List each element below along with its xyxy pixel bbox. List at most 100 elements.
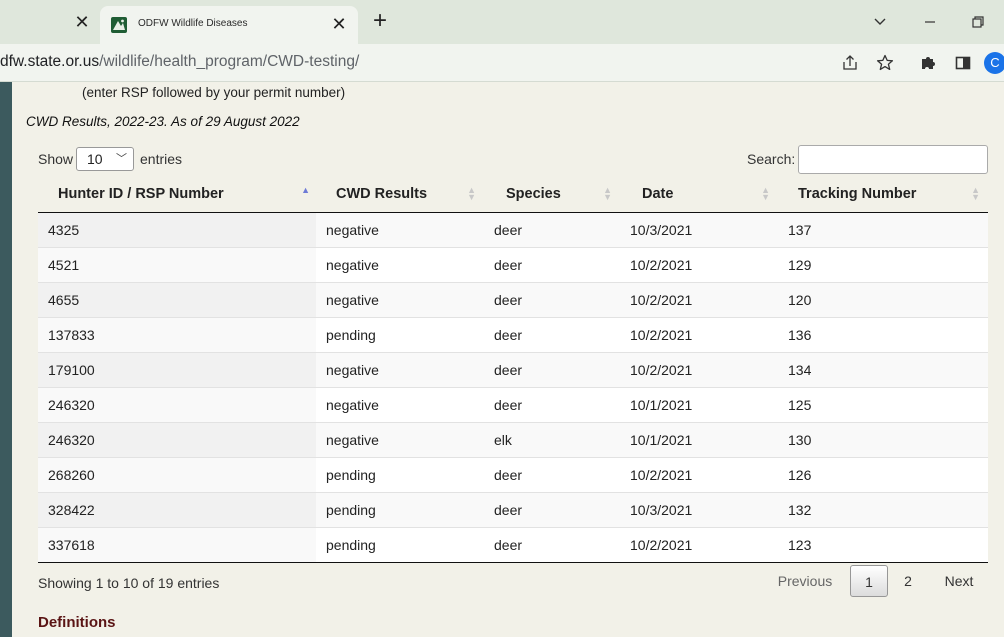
column-header-species[interactable]: Species ▲ ▼ xyxy=(484,176,620,213)
sort-icon: ▲ ▼ xyxy=(603,185,612,202)
cell-cwd-result: pending xyxy=(316,527,484,563)
cell-species: deer xyxy=(484,527,620,563)
cell-cwd-result: negative xyxy=(316,352,484,388)
column-header-cwd-results[interactable]: CWD Results ▲ ▼ xyxy=(316,176,484,213)
odfw-favicon-icon xyxy=(111,17,127,33)
window-restore-icon[interactable] xyxy=(968,12,988,32)
profile-avatar[interactable]: C xyxy=(984,52,1004,74)
address-path: /wildlife/health_program/CWD-testing/ xyxy=(99,53,360,70)
share-icon[interactable] xyxy=(840,53,860,73)
window-minimize-icon[interactable] xyxy=(920,12,940,32)
address-bar[interactable]: dfw.state.or.us/wildlife/health_program/… xyxy=(0,53,359,71)
tab-search-chevron-icon[interactable] xyxy=(870,12,890,32)
cell-cwd-result: negative xyxy=(316,247,484,283)
cell-tracking-number: 136 xyxy=(778,317,988,353)
cell-hunter-id: 328422 xyxy=(38,492,316,528)
table-info: Showing 1 to 10 of 19 entries xyxy=(38,575,220,591)
cell-species: deer xyxy=(484,212,620,248)
cell-hunter-id: 4325 xyxy=(38,212,316,248)
cell-tracking-number: 120 xyxy=(778,282,988,318)
table-row: 137833 pending deer 10/2/2021 136 xyxy=(38,317,988,353)
pagination-next[interactable]: Next xyxy=(934,565,984,597)
cell-date: 10/2/2021 xyxy=(620,352,778,388)
tab-close-icon[interactable]: ✕ xyxy=(328,13,350,35)
cell-date: 10/2/2021 xyxy=(620,247,778,283)
cell-tracking-number: 130 xyxy=(778,422,988,458)
sort-icon: ▲ ▼ xyxy=(761,185,770,202)
cell-species: deer xyxy=(484,247,620,283)
cell-date: 10/3/2021 xyxy=(620,492,778,528)
cell-cwd-result: negative xyxy=(316,422,484,458)
new-tab-plus-icon[interactable]: + xyxy=(368,9,392,34)
search-input[interactable] xyxy=(798,145,988,174)
results-caption: CWD Results, 2022-23. As of 29 August 20… xyxy=(26,114,300,129)
tab-strip: ✕ ODFW Wildlife Diseases ✕ + xyxy=(0,0,1004,44)
cell-tracking-number: 123 xyxy=(778,527,988,563)
cell-hunter-id: 337618 xyxy=(38,527,316,563)
cell-hunter-id: 137833 xyxy=(38,317,316,353)
pagination-page-2[interactable]: 2 xyxy=(894,565,922,597)
definitions-heading: Definitions xyxy=(38,614,116,631)
column-header-date[interactable]: Date ▲ ▼ xyxy=(620,176,778,213)
table-row: 4655 negative deer 10/2/2021 120 xyxy=(38,282,988,318)
table-row: 4521 negative deer 10/2/2021 129 xyxy=(38,247,988,283)
table-header-row: Hunter ID / RSP Number ▲ CWD Results ▲ ▼ … xyxy=(38,176,988,213)
cell-cwd-result: negative xyxy=(316,282,484,318)
side-panel-icon[interactable] xyxy=(953,53,973,73)
cell-tracking-number: 132 xyxy=(778,492,988,528)
entries-per-page-select[interactable]: 10 ﹀ xyxy=(76,147,134,171)
table-row: 246320 negative deer 10/1/2021 125 xyxy=(38,387,988,423)
sort-ascending-icon: ▲ xyxy=(301,185,310,195)
cell-hunter-id: 4655 xyxy=(38,282,316,318)
table-row: 246320 negative elk 10/1/2021 130 xyxy=(38,422,988,458)
table-row: 328422 pending deer 10/3/2021 132 xyxy=(38,492,988,528)
chevron-down-icon: ﹀ xyxy=(116,153,127,165)
results-table: Hunter ID / RSP Number ▲ CWD Results ▲ ▼ … xyxy=(38,176,988,563)
cell-cwd-result: pending xyxy=(316,317,484,353)
search-label: Search: xyxy=(747,151,796,167)
pagination-page-1[interactable]: 1 xyxy=(850,565,888,597)
cell-tracking-number: 137 xyxy=(778,212,988,248)
extensions-puzzle-icon[interactable] xyxy=(918,53,938,73)
entries-label: entries xyxy=(140,151,183,167)
cell-species: deer xyxy=(484,387,620,423)
cell-date: 10/2/2021 xyxy=(620,457,778,493)
cell-species: deer xyxy=(484,352,620,388)
sort-icon: ▲ ▼ xyxy=(467,185,476,202)
cell-hunter-id: 179100 xyxy=(38,352,316,388)
cell-hunter-id: 246320 xyxy=(38,387,316,423)
table-row: 4325 negative deer 10/3/2021 137 xyxy=(38,212,988,248)
cell-date: 10/3/2021 xyxy=(620,212,778,248)
cell-date: 10/2/2021 xyxy=(620,317,778,353)
tab-title: ODFW Wildlife Diseases xyxy=(138,18,248,29)
rsp-hint: (enter RSP followed by your permit numbe… xyxy=(82,85,346,100)
cell-cwd-result: pending xyxy=(316,492,484,528)
cell-tracking-number: 134 xyxy=(778,352,988,388)
cell-hunter-id: 246320 xyxy=(38,422,316,458)
table-row: 337618 pending deer 10/2/2021 123 xyxy=(38,527,988,563)
address-host: dfw.state.or.us xyxy=(0,53,100,70)
cell-date: 10/1/2021 xyxy=(620,422,778,458)
cell-cwd-result: negative xyxy=(316,387,484,423)
bookmark-star-icon[interactable] xyxy=(875,53,895,73)
entries-per-page-value: 10 xyxy=(87,151,103,167)
column-header-tracking-number[interactable]: Tracking Number ▲ ▼ xyxy=(778,176,988,213)
cell-date: 10/2/2021 xyxy=(620,282,778,318)
column-header-hunter-id[interactable]: Hunter ID / RSP Number ▲ xyxy=(38,176,316,213)
cell-hunter-id: 4521 xyxy=(38,247,316,283)
table-row: 179100 negative deer 10/2/2021 134 xyxy=(38,352,988,388)
cell-species: deer xyxy=(484,492,620,528)
previous-tab-close-icon[interactable]: ✕ xyxy=(72,12,92,32)
cell-cwd-result: negative xyxy=(316,212,484,248)
cell-tracking-number: 129 xyxy=(778,247,988,283)
cell-date: 10/1/2021 xyxy=(620,387,778,423)
cell-species: deer xyxy=(484,317,620,353)
pagination-previous[interactable]: Previous xyxy=(766,565,844,597)
browser-toolbar: dfw.state.or.us/wildlife/health_program/… xyxy=(0,44,1004,82)
cell-species: deer xyxy=(484,457,620,493)
tab-odfw-wildlife-diseases[interactable]: ODFW Wildlife Diseases ✕ xyxy=(100,6,358,44)
sort-icon: ▲ ▼ xyxy=(971,185,980,202)
cell-species: deer xyxy=(484,282,620,318)
table-row: 268260 pending deer 10/2/2021 126 xyxy=(38,457,988,493)
page-content: (enter RSP followed by your permit numbe… xyxy=(12,82,1004,637)
